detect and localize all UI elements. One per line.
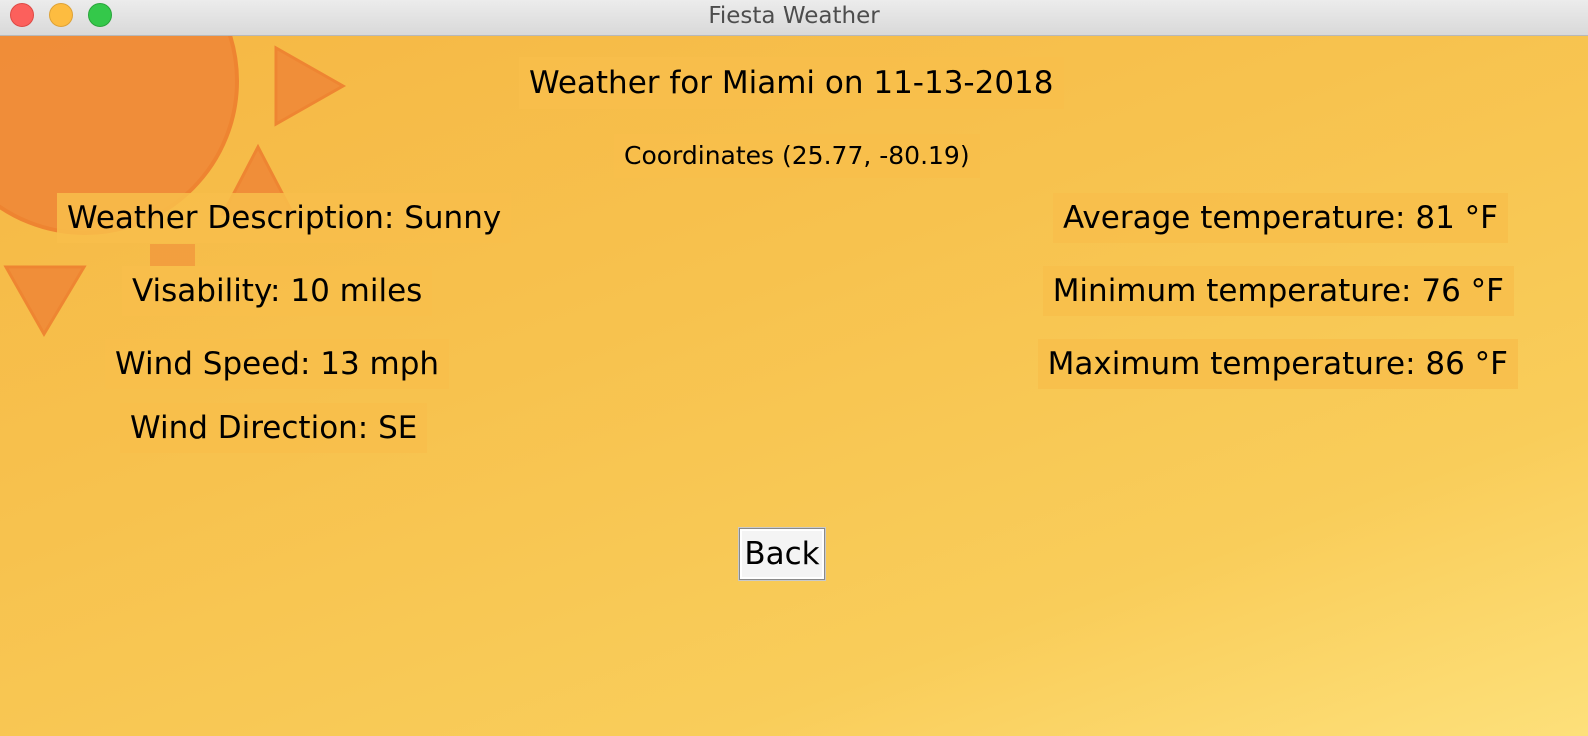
app-window: Fiesta Weather Weather for Miami on 11-1… <box>0 0 1588 736</box>
wind-direction-label: Wind Direction: SE <box>120 403 428 453</box>
window-title: Fiesta Weather <box>708 3 880 29</box>
maximum-temperature-label: Maximum temperature: 86 °F <box>1037 339 1518 389</box>
average-temperature-label: Average temperature: 81 °F <box>1053 193 1508 243</box>
weather-panel: Weather for Miami on 11-13-2018 Coordina… <box>0 36 1588 736</box>
visibility-label: Visability: 10 miles <box>122 266 433 316</box>
coordinates-label: Coordinates (25.77, -80.19) <box>614 134 980 178</box>
minimum-temperature-label: Minimum temperature: 76 °F <box>1042 266 1514 316</box>
back-button[interactable]: Back <box>739 528 825 580</box>
page-title: Weather for Miami on 11-13-2018 <box>519 57 1064 109</box>
title-bar: Fiesta Weather <box>0 0 1588 36</box>
wind-speed-label: Wind Speed: 13 mph <box>105 339 450 389</box>
weather-description-label: Weather Description: Sunny <box>57 193 512 243</box>
